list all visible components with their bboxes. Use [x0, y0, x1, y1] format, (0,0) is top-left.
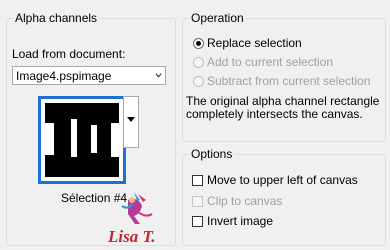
invert-image-checkbox[interactable] [192, 216, 203, 227]
alpha-channel-preview [45, 103, 119, 177]
subtract-selection-label[interactable]: Subtract from current selection [207, 74, 370, 88]
clip-to-canvas-checkbox[interactable] [192, 196, 203, 207]
subtract-selection-radio[interactable] [193, 76, 204, 87]
invert-image-label[interactable]: Invert image [207, 214, 273, 228]
move-upper-left-checkbox[interactable] [192, 175, 203, 186]
svg-text:Lisa T.: Lisa T. [108, 227, 156, 246]
move-upper-left-label[interactable]: Move to upper left of canvas [207, 173, 358, 187]
document-select-value: Image4.pspimage [16, 69, 112, 83]
document-select[interactable]: Image4.pspimage [12, 66, 166, 85]
lisa-t-watermark: Lisa T. [108, 192, 156, 246]
chevron-down-icon [155, 73, 162, 78]
load-from-document-label: Load from document: [12, 47, 126, 61]
replace-selection-radio[interactable] [193, 38, 204, 49]
add-to-selection-radio[interactable] [193, 57, 204, 68]
options-title: Options [189, 147, 235, 161]
operation-title: Operation [189, 11, 246, 25]
operation-description: The original alpha channel rectangle com… [186, 94, 380, 121]
alpha-channels-title: Alpha channels [13, 11, 100, 25]
alpha-channel-thumbnail[interactable] [38, 96, 126, 184]
dropdown-arrow-icon [127, 117, 135, 122]
replace-selection-label[interactable]: Replace selection [207, 36, 302, 50]
clip-to-canvas-label[interactable]: Clip to canvas [207, 194, 282, 208]
add-to-selection-label[interactable]: Add to current selection [207, 55, 333, 69]
thumbnail-dropdown-button[interactable] [123, 96, 139, 148]
